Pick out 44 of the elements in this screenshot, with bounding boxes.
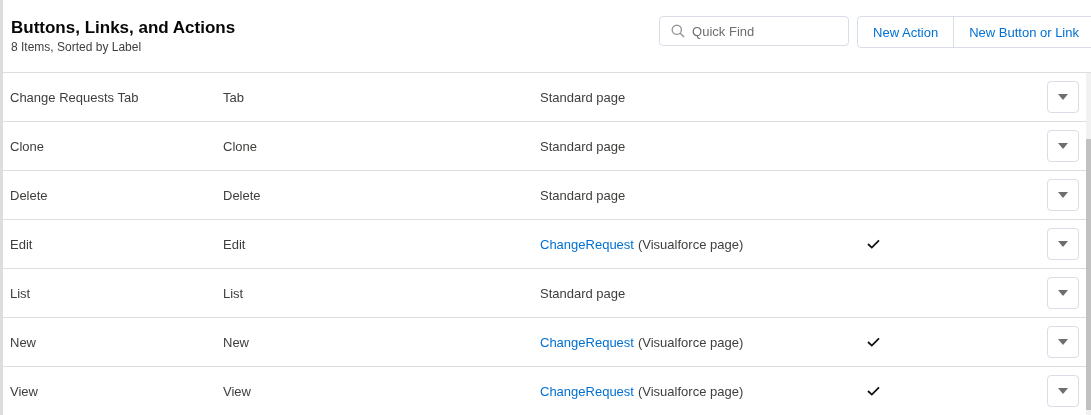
name-cell-text: Tab — [223, 89, 245, 105]
row-menu-button[interactable] — [1047, 277, 1079, 309]
caret-icon — [1058, 241, 1068, 247]
caret-icon — [1058, 339, 1068, 345]
label-cell-text: Change Requests Tab — [10, 89, 140, 105]
search-field[interactable]: Quick Find — [659, 16, 850, 46]
label-cell-text: Clone — [10, 138, 45, 154]
caret-icon — [1058, 94, 1068, 100]
caret-icon — [1058, 388, 1068, 394]
name-cell-text: View — [223, 383, 252, 399]
name-cell-text: List — [223, 285, 245, 301]
content-text: (Visualforce page) — [637, 334, 744, 350]
row-menu-button[interactable] — [1047, 375, 1079, 407]
action-button[interactable]: New Button or Link — [953, 16, 1091, 48]
label-cell-text: View — [10, 383, 39, 399]
content-text: (Visualforce page) — [637, 236, 744, 252]
label-cell-text: New — [10, 334, 37, 350]
label-cell-text: Edit — [10, 236, 34, 252]
row-menu-button[interactable] — [1047, 326, 1079, 358]
name-cell-text: Clone — [223, 138, 258, 154]
row-menu-button[interactable] — [1047, 81, 1079, 113]
content-text: Standard page — [540, 89, 626, 105]
content-text: Standard page — [540, 138, 626, 154]
row-menu-button[interactable] — [1047, 130, 1079, 162]
row-menu-button[interactable] — [1047, 179, 1079, 211]
content-text: (Visualforce page) — [637, 383, 744, 399]
caret-icon — [1058, 192, 1068, 198]
page-link[interactable]: ChangeRequest — [540, 383, 634, 399]
content-text: Standard page — [540, 187, 626, 203]
name-cell-text: New — [223, 334, 250, 350]
name-cell-text: Edit — [223, 236, 247, 252]
page-link[interactable]: ChangeRequest — [540, 334, 634, 350]
content-text: Standard page — [540, 285, 626, 301]
label-cell-text: List — [10, 285, 32, 301]
name-cell-text: Delete — [223, 187, 262, 203]
caret-icon — [1058, 290, 1068, 296]
scrollbar[interactable] — [1086, 73, 1091, 415]
item-count: 8 Items, Sorted by Label — [11, 40, 143, 54]
caret-icon — [1058, 143, 1068, 149]
page-title: Buttons, Links, and Actions — [11, 18, 237, 38]
page-link[interactable]: ChangeRequest — [540, 236, 634, 252]
row-menu-button[interactable] — [1047, 228, 1079, 260]
label-cell-text: Delete — [10, 187, 49, 203]
action-button[interactable]: New Action — [857, 16, 955, 48]
